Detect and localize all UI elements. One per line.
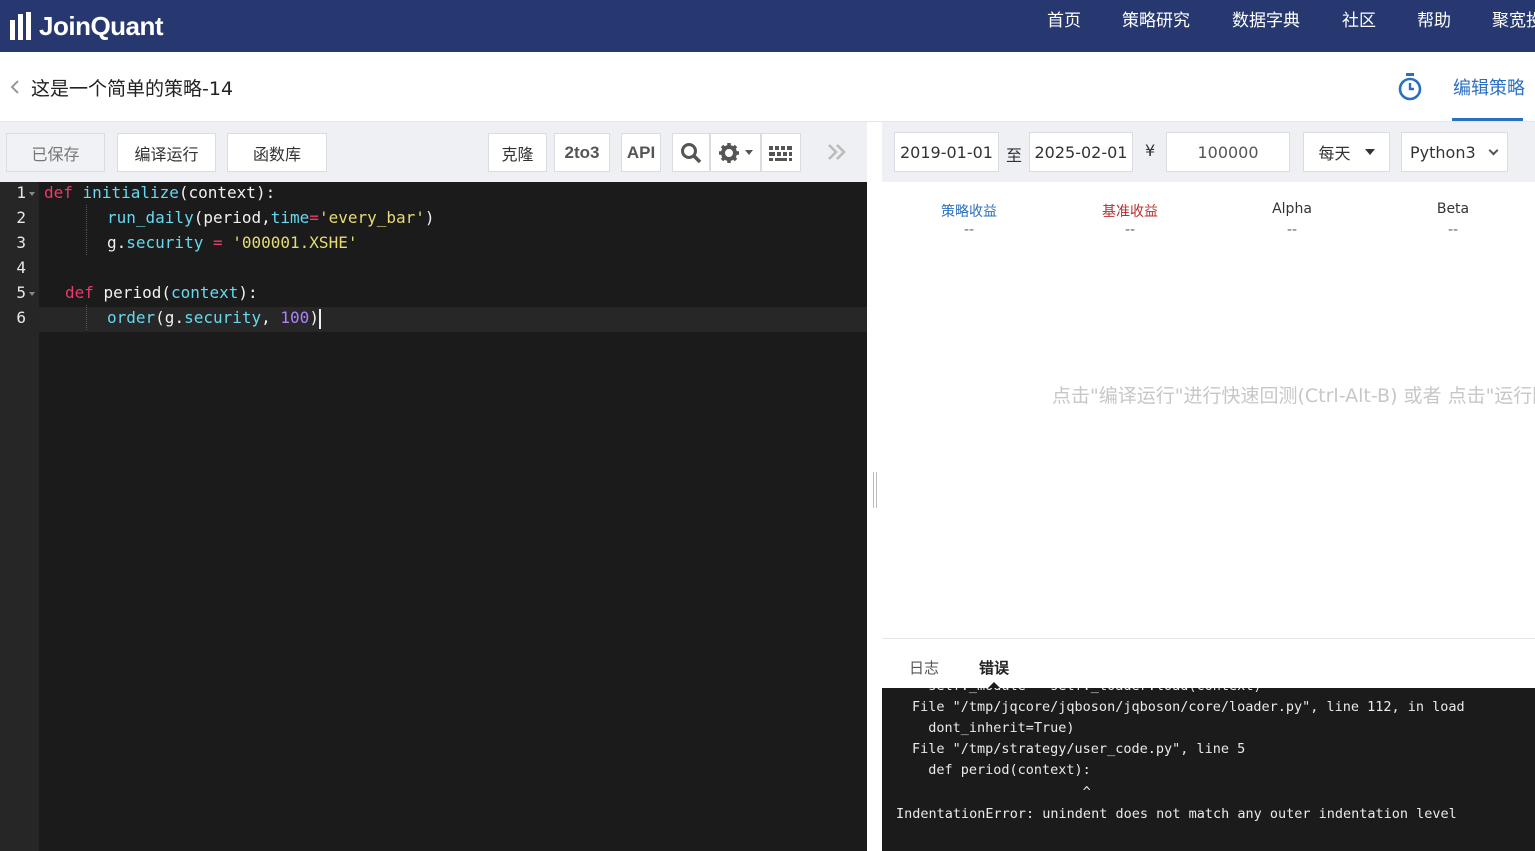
frequency-value: 每天 — [1318, 144, 1351, 163]
settings-dropdown[interactable] — [710, 133, 761, 172]
tab-error[interactable]: 错误 — [979, 657, 1009, 678]
fold-arrow-icon[interactable] — [28, 290, 36, 298]
caret-down-icon — [1364, 149, 1375, 155]
metric-strategy-return-label: 策略收益 — [941, 204, 997, 220]
log-tabs: 日志 错误 — [882, 638, 1535, 688]
editor-toolbar: 已保存 编译运行 函数库 克隆 2to3 API — [0, 122, 867, 182]
indent-guide — [86, 230, 87, 255]
console-line: self._module = self._loader.load(context… — [912, 688, 1261, 697]
brand-logo[interactable]: JoinQuant — [10, 6, 164, 46]
code-line-5: def period(context): — [65, 283, 258, 302]
capital-input[interactable]: 100000 — [1166, 132, 1290, 172]
python-version-select[interactable]: Python3 — [1401, 132, 1508, 172]
nav-item-home[interactable]: 首页 — [1047, 0, 1081, 52]
keyboard-icon — [769, 145, 792, 161]
resize-handle[interactable] — [873, 472, 877, 508]
code-editor[interactable]: 1 2 3 4 5 6 def initialize(context): run… — [0, 182, 867, 851]
console-error-line: IndentationError: unindent does not matc… — [896, 806, 1457, 822]
line-number: 3 — [16, 233, 26, 252]
start-date-input[interactable]: 2019-01-01 — [894, 132, 999, 172]
search-button[interactable] — [672, 133, 710, 172]
fold-arrow-icon[interactable] — [28, 190, 36, 198]
metric-beta-label: Beta — [1436, 201, 1470, 217]
python-version-value: Python3 — [1410, 142, 1476, 162]
top-navbar: JoinQuant 首页 策略研究 数据字典 社区 帮助 聚宽投 — [0, 0, 1535, 52]
indent-guide — [86, 305, 87, 330]
line-number: 4 — [16, 258, 26, 277]
strategy-title[interactable]: 这是一个简单的策略-14 — [31, 74, 233, 101]
code-line-3: g.security = '000001.XSHE' — [107, 233, 358, 252]
console-line: dont_inherit=True) — [912, 720, 1075, 736]
error-console[interactable]: self._module = self._loader.load(context… — [882, 688, 1535, 851]
indent-guide — [86, 205, 87, 230]
metric-alpha-label: Alpha — [1272, 201, 1312, 217]
nav-item-strategy-research[interactable]: 策略研究 — [1122, 0, 1190, 52]
nav-item-data-dictionary[interactable]: 数据字典 — [1232, 0, 1300, 52]
collapse-panel-icon[interactable] — [826, 142, 848, 162]
function-library-button[interactable]: 函数库 — [227, 133, 327, 172]
metric-benchmark-return-label: 基准收益 — [1102, 204, 1158, 220]
code-line-2: run_daily(period,time='every_bar') — [107, 208, 435, 227]
api-button[interactable]: API — [621, 133, 661, 172]
clone-button[interactable]: 克隆 — [488, 133, 547, 172]
nav-item-joinquant-invest[interactable]: 聚宽投 — [1492, 0, 1535, 52]
brand-name: JoinQuant — [39, 10, 164, 41]
tab-edit-strategy[interactable]: 编辑策略 — [1453, 74, 1525, 100]
search-icon — [681, 142, 702, 163]
strategy-header: 这是一个简单的策略-14 编辑策略 — [0, 52, 1535, 122]
metric-beta-value: -- — [1447, 222, 1459, 238]
compile-run-button[interactable]: 编译运行 — [117, 133, 216, 172]
active-tab-indicator — [1452, 118, 1523, 121]
2to3-button[interactable]: 2to3 — [554, 133, 610, 172]
tab-log[interactable]: 日志 — [909, 657, 939, 678]
gear-icon — [718, 142, 739, 163]
stopwatch-icon[interactable] — [1396, 72, 1424, 102]
line-number: 1 — [16, 183, 26, 202]
hint-clip: 点击"编译运行"进行快速回测(Ctrl-Alt-B) 或者 点击"运行回测" — [882, 360, 1535, 420]
line-number: 2 — [16, 208, 26, 227]
console-line: ^ — [912, 784, 1091, 800]
console-line: File "/tmp/strategy/user_code.py", line … — [912, 741, 1246, 757]
console-line: def period(context): — [912, 762, 1091, 778]
console-line: File "/tmp/jqcore/jqboson/jqboson/core/l… — [912, 699, 1465, 715]
caret-down-icon — [744, 149, 753, 155]
chevron-left-icon[interactable] — [9, 80, 21, 94]
end-date-input[interactable]: 2025-02-01 — [1029, 132, 1133, 172]
frequency-select[interactable]: 每天 — [1303, 132, 1390, 172]
nav-item-community[interactable]: 社区 — [1342, 0, 1376, 52]
metric-strategy-return-value: -- — [963, 222, 975, 238]
keyboard-shortcuts-button[interactable] — [761, 133, 801, 172]
line-number: 6 — [16, 308, 26, 327]
date-range-separator: 至 — [1006, 146, 1023, 165]
currency-symbol: ¥ — [1145, 141, 1156, 160]
text-cursor — [318, 308, 321, 329]
line-number-gutter: 1 2 3 4 5 6 — [0, 182, 39, 851]
saved-button[interactable]: 已保存 — [6, 133, 105, 172]
nav-item-help[interactable]: 帮助 — [1417, 0, 1451, 52]
line-number: 5 — [16, 283, 26, 302]
run-hint-text: 点击"编译运行"进行快速回测(Ctrl-Alt-B) 或者 点击"运行回测" — [1052, 385, 1535, 407]
chevron-down-icon — [1488, 145, 1499, 155]
metric-alpha-value: -- — [1286, 222, 1298, 238]
metric-benchmark-return-value: -- — [1124, 222, 1136, 238]
code-line-1: def initialize(context): — [44, 183, 276, 202]
code-line-6: order(g.security, 100) — [107, 308, 321, 329]
logo-bars-icon — [10, 12, 31, 40]
